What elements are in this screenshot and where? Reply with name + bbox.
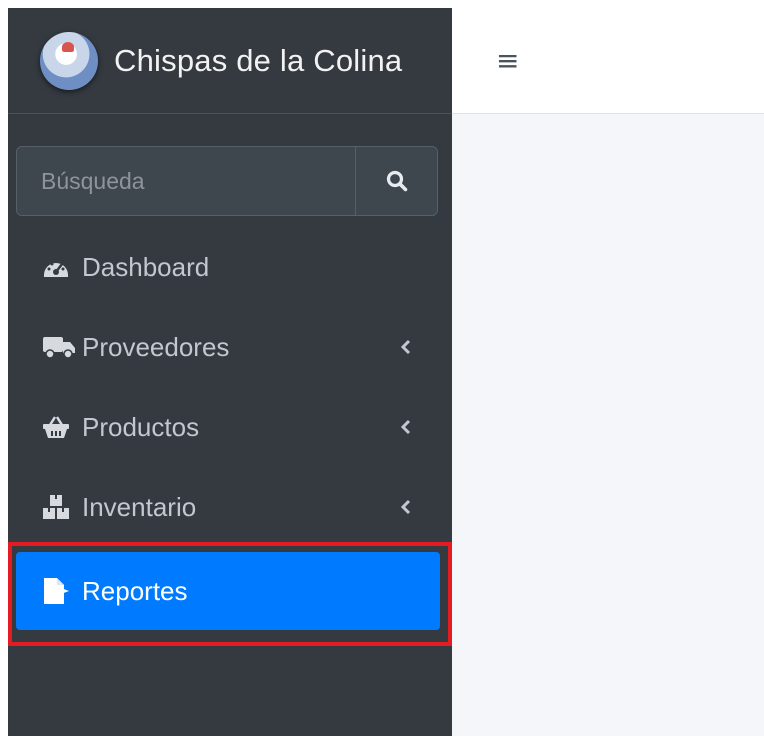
tachometer-icon (42, 255, 82, 279)
sidebar-item-reportes[interactable]: Reportes (16, 552, 440, 630)
search-input[interactable] (17, 147, 355, 215)
sidebar-item-label: Productos (82, 411, 200, 442)
search-button[interactable] (355, 147, 437, 215)
sidebar-item-label: Reportes (82, 575, 188, 606)
sidebar-item-inventario[interactable]: Inventario (16, 467, 438, 547)
rooster-logo (40, 31, 98, 90)
sidebar-item-proveedores[interactable]: Proveedores (16, 307, 438, 387)
content-area (452, 114, 764, 736)
file-export-icon (42, 577, 82, 605)
sidebar: Chispas de la Colina Dashboard (8, 8, 452, 736)
sidebar-item-label: Dashboard (82, 251, 210, 282)
brand-link[interactable]: Chispas de la Colina (8, 8, 452, 114)
brand-name: Chispas de la Colina (114, 42, 403, 78)
sidebar-item-label: Inventario (82, 491, 197, 522)
top-navbar: ≡ (452, 8, 764, 114)
boxes-icon (42, 494, 82, 520)
chevron-left-icon (400, 418, 412, 436)
sidebar-item-dashboard[interactable]: Dashboard (16, 227, 438, 307)
chevron-left-icon (400, 498, 412, 516)
sidebar-item-label: Proveedores (82, 331, 230, 362)
search-icon (386, 170, 407, 192)
sidebar-nav: Dashboard Proveedores Productos Inventar… (16, 227, 438, 547)
sidebar-search (16, 146, 438, 216)
hamburger-icon[interactable]: ≡ (496, 44, 519, 77)
sidebar-item-productos[interactable]: Productos (16, 387, 438, 467)
basket-icon (42, 415, 82, 439)
truck-icon (42, 335, 82, 359)
chevron-left-icon (400, 338, 412, 356)
